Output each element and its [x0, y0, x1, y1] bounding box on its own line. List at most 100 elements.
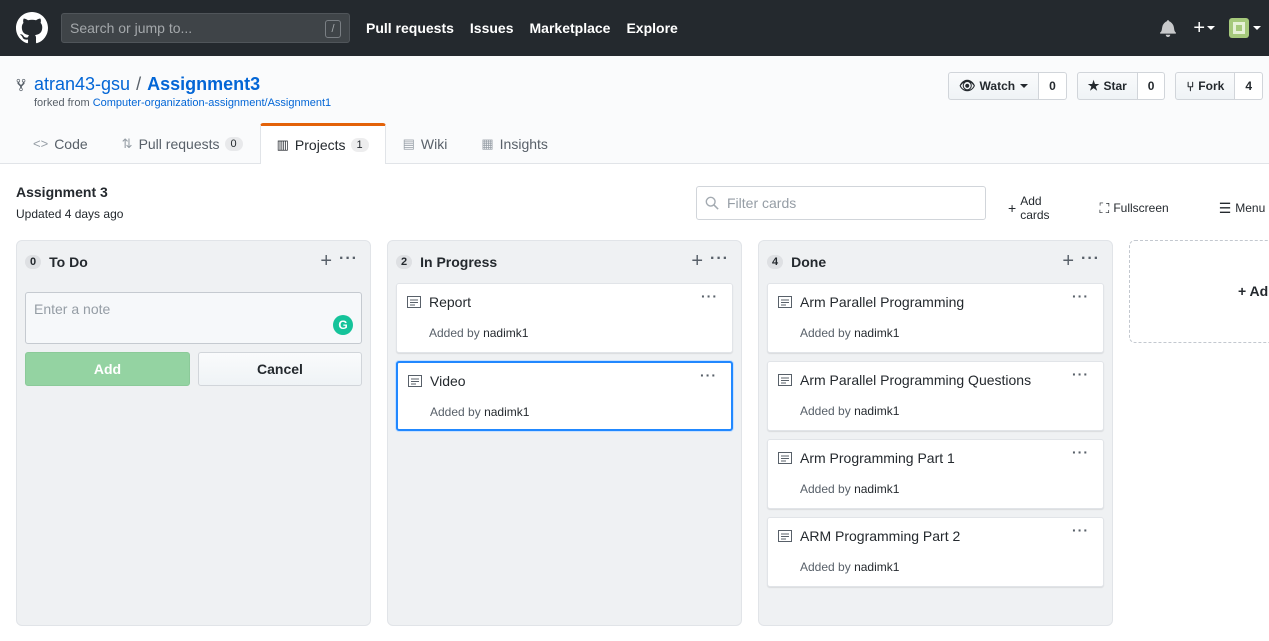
avatar-dropdown-caret-icon[interactable]	[1253, 26, 1261, 30]
column-done: 4 Done + ··· Arm Parallel Programming Ad…	[758, 240, 1113, 626]
global-nav: Pull requests Issues Marketplace Explore	[366, 20, 694, 36]
fullscreen-button[interactable]: ⛶ Fullscreen	[1100, 194, 1194, 222]
note-card[interactable]: Video Added by nadimk1 ···	[396, 361, 733, 431]
tab-projects-count: 1	[350, 138, 369, 152]
column-todo: 0 To Do + ··· Enter a note G Add Cancel	[16, 240, 371, 626]
card-title: ARM Programming Part 2	[800, 528, 961, 544]
star-count[interactable]: 0	[1137, 72, 1166, 100]
card-title: Arm Programming Part 1	[800, 450, 955, 466]
column-menu-kebab-icon[interactable]: ···	[1081, 250, 1100, 268]
fullscreen-icon: ⛶	[1099, 199, 1110, 216]
project-board: 0 To Do + ··· Enter a note G Add Cancel …	[16, 240, 1129, 626]
notifications-bell-icon[interactable]	[1159, 19, 1177, 37]
tab-projects[interactable]: ▥ Projects 1	[259, 123, 386, 164]
pull-request-icon: ⇅	[121, 135, 133, 151]
tab-insights[interactable]: ▦ Insights	[464, 123, 565, 163]
column-menu-kebab-icon[interactable]: ···	[339, 250, 358, 268]
note-card[interactable]: Report Added by nadimk1 ···	[396, 283, 733, 353]
column-menu-kebab-icon[interactable]: ···	[710, 250, 729, 268]
cancel-note-button[interactable]: Cancel	[198, 352, 362, 386]
menu-button[interactable]: ☰ Menu	[1219, 194, 1269, 222]
tab-wiki[interactable]: ▤ Wiki	[386, 123, 465, 163]
grammarly-icon[interactable]: G	[333, 315, 353, 335]
card-menu-kebab-icon[interactable]: ···	[1072, 366, 1089, 382]
column-header: 4 Done	[759, 241, 1112, 283]
card-menu-kebab-icon[interactable]: ···	[700, 367, 717, 383]
card-author-link[interactable]: nadimk1	[854, 326, 899, 340]
repo-title: atran43-gsu / Assignment3	[16, 74, 260, 95]
card-meta: Added by nadimk1	[800, 326, 899, 340]
note-card[interactable]: Arm Parallel Programming Questions Added…	[767, 361, 1104, 431]
nav-pull-requests[interactable]: Pull requests	[366, 20, 454, 36]
watch-count[interactable]: 0	[1039, 72, 1067, 100]
note-card[interactable]: Arm Programming Part 1 Added by nadimk1 …	[767, 439, 1104, 509]
card-menu-kebab-icon[interactable]: ···	[701, 288, 718, 304]
github-logo-icon[interactable]	[16, 12, 48, 44]
tab-wiki-label: Wiki	[420, 135, 448, 152]
create-dropdown-caret-icon[interactable]	[1207, 26, 1215, 30]
note-textarea[interactable]: Enter a note G	[25, 292, 362, 344]
column-header: 0 To Do	[17, 241, 370, 283]
card-author-link[interactable]: nadimk1	[483, 326, 528, 340]
nav-issues[interactable]: Issues	[470, 20, 514, 36]
card-added-by: Added by	[429, 326, 480, 340]
repo-owner-link[interactable]: atran43-gsu	[34, 74, 130, 95]
project-icon: ▥	[276, 137, 289, 152]
star-icon: ★	[1087, 78, 1100, 93]
user-avatar[interactable]	[1229, 18, 1249, 38]
filter-cards-input[interactable]: Filter cards	[696, 186, 986, 220]
project-updated: Updated 4 days ago	[16, 207, 124, 221]
code-icon: <>	[33, 136, 49, 151]
add-cards-button[interactable]: + Add cards	[1008, 194, 1075, 222]
star-label: Star	[1103, 79, 1127, 93]
nav-explore[interactable]: Explore	[626, 20, 677, 36]
hamburger-icon: ☰	[1218, 199, 1232, 216]
add-cards-label: Add cards	[1020, 194, 1050, 222]
repo-path-separator: /	[136, 74, 142, 94]
card-title: Report	[429, 294, 472, 310]
card-meta: Added by nadimk1	[800, 482, 899, 496]
card-menu-kebab-icon[interactable]: ···	[1072, 444, 1089, 460]
card-menu-kebab-icon[interactable]: ···	[1072, 288, 1089, 304]
card-meta: Added by nadimk1	[800, 404, 899, 418]
add-card-plus-icon[interactable]: +	[691, 251, 703, 271]
add-card-plus-icon[interactable]: +	[320, 251, 332, 271]
nav-marketplace[interactable]: Marketplace	[530, 20, 611, 36]
filter-placeholder: Filter cards	[727, 195, 797, 211]
card-author-link[interactable]: nadimk1	[854, 482, 899, 496]
note-icon	[778, 530, 792, 542]
card-author-link[interactable]: nadimk1	[484, 405, 529, 419]
fork-icon: ⑂	[1186, 78, 1195, 94]
add-note-button[interactable]: Add	[25, 352, 190, 386]
repo-tabs: <> Code ⇅ Pull requests 0 ▥ Projects 1 ▤ Wiki …	[16, 123, 565, 164]
create-new-icon[interactable]: +	[1193, 18, 1205, 38]
column-card-count: 4	[767, 255, 784, 269]
repo-actions: 👁 Watch 0 ★ Star 0 ⑂ Fork 4	[938, 72, 1263, 100]
note-actions: Add Cancel	[25, 352, 362, 386]
project-title[interactable]: Assignment 3	[16, 184, 108, 200]
search-input[interactable]: Search or jump to... /	[61, 13, 350, 43]
card-author-link[interactable]: nadimk1	[854, 404, 899, 418]
card-title: Arm Parallel Programming	[800, 294, 965, 310]
watch-button[interactable]: 👁 Watch	[948, 72, 1040, 100]
card-menu-kebab-icon[interactable]: ···	[1072, 522, 1089, 538]
star-button[interactable]: ★ Star	[1076, 72, 1138, 100]
fork-button[interactable]: ⑂ Fork	[1175, 72, 1236, 100]
note-card[interactable]: Arm Parallel Programming Added by nadimk…	[767, 283, 1104, 353]
add-card-plus-icon[interactable]: +	[1062, 251, 1074, 271]
forked-from-link[interactable]: Computer-organization-assignment/Assignm…	[93, 97, 331, 109]
card-author-link[interactable]: nadimk1	[854, 560, 899, 574]
note-card[interactable]: ARM Programming Part 2 Added by nadimk1 …	[767, 517, 1104, 587]
watch-group: 👁 Watch 0	[948, 72, 1067, 100]
column-name: To Do	[49, 254, 88, 270]
fork-count[interactable]: 4	[1235, 72, 1263, 100]
repo-name-link[interactable]: Assignment3	[147, 74, 260, 95]
note-placeholder: Enter a note	[34, 301, 111, 317]
column-header: 2 In Progress	[388, 241, 741, 283]
add-column-button[interactable]: + Ad	[1129, 240, 1269, 343]
tab-pull-requests[interactable]: ⇅ Pull requests 0	[105, 123, 260, 163]
watch-caret-icon	[1020, 84, 1029, 88]
note-icon	[778, 374, 792, 386]
book-icon: ▤	[402, 135, 415, 151]
tab-code[interactable]: <> Code	[16, 123, 105, 163]
